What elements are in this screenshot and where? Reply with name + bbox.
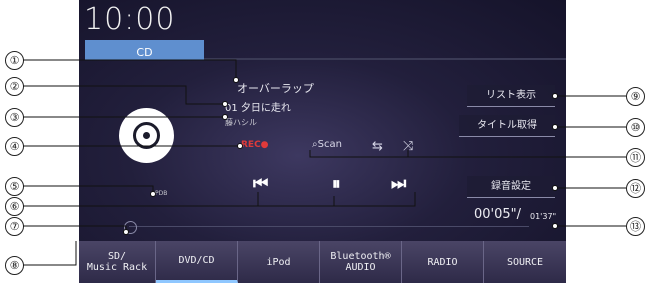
- callout-8: ⑧: [5, 256, 24, 275]
- elapsed-value: 00'05": [474, 207, 517, 222]
- repeat-icon[interactable]: ⇆: [372, 140, 383, 153]
- callout-1: ①: [5, 51, 24, 70]
- tab-label: RADIO: [427, 256, 458, 268]
- callout-4: ④: [5, 137, 24, 156]
- tab-dvd-cd[interactable]: DVD/CD: [156, 241, 238, 283]
- tab-sd-music-rack[interactable]: SD/ Music Rack: [79, 241, 156, 283]
- scan-button[interactable]: ⌕Scan: [312, 139, 342, 150]
- callout-13: ⑬: [626, 217, 645, 236]
- audio-screen: 10:00 CD オーバーラップ 01 夕日に走れ 藤ハシル REC● ⌕Sca…: [79, 0, 566, 283]
- tab-label: iPod: [266, 256, 291, 268]
- source-tab-underline: [85, 58, 566, 60]
- tab-ipod[interactable]: iPod: [238, 241, 320, 283]
- callout-9: ⑨: [626, 87, 645, 106]
- previous-icon[interactable]: ⏮: [253, 176, 268, 193]
- artist-name: 藤ハシル: [225, 118, 257, 127]
- tab-source[interactable]: SOURCE: [484, 241, 566, 283]
- tab-radio[interactable]: RADIO: [402, 241, 484, 283]
- album-title: オーバーラップ: [237, 82, 314, 95]
- pause-icon[interactable]: ⏸: [332, 176, 341, 193]
- tab-bluetooth-audio[interactable]: Bluetooth® AUDIO: [320, 241, 402, 283]
- disc-artwork: [119, 108, 174, 163]
- tab-label: Bluetooth®: [330, 251, 391, 262]
- tab-label: SOURCE: [506, 256, 544, 268]
- title-fetch-button[interactable]: タイトル取得: [459, 115, 555, 137]
- elapsed-time: 00'05"/: [474, 207, 521, 222]
- callout-10: ⑩: [626, 118, 645, 137]
- tab-label: Music Rack: [86, 262, 148, 273]
- progress-bar[interactable]: [129, 226, 529, 227]
- time-separator: /: [516, 207, 522, 222]
- callout-11: ⑪: [626, 148, 645, 167]
- track-title: 01 夕日に走れ: [225, 103, 291, 114]
- rec-settings-button[interactable]: 録音設定: [467, 176, 555, 198]
- callout-7: ⑦: [5, 217, 24, 236]
- tab-label: SD/: [107, 251, 127, 262]
- source-tab-cd[interactable]: CD: [85, 40, 204, 58]
- callout-12: ⑫: [626, 179, 645, 198]
- total-time: 01'37": [530, 212, 557, 221]
- next-icon[interactable]: ⏭: [391, 176, 406, 193]
- tab-label: DVD/CD: [178, 255, 215, 266]
- database-label: PDB: [155, 190, 168, 197]
- rec-indicator: REC●: [241, 140, 269, 150]
- callout-3: ③: [5, 108, 24, 127]
- list-display-button[interactable]: リスト表示: [467, 85, 555, 107]
- tab-label: AUDIO: [345, 262, 376, 273]
- progress-knob[interactable]: [124, 221, 137, 234]
- callout-6: ⑥: [5, 197, 24, 216]
- scan-label: Scan: [317, 139, 342, 150]
- callout-2: ②: [5, 77, 24, 96]
- clock: 10:00: [84, 2, 176, 37]
- shuffle-icon[interactable]: ⤨: [403, 140, 413, 153]
- callout-5: ⑤: [5, 177, 24, 196]
